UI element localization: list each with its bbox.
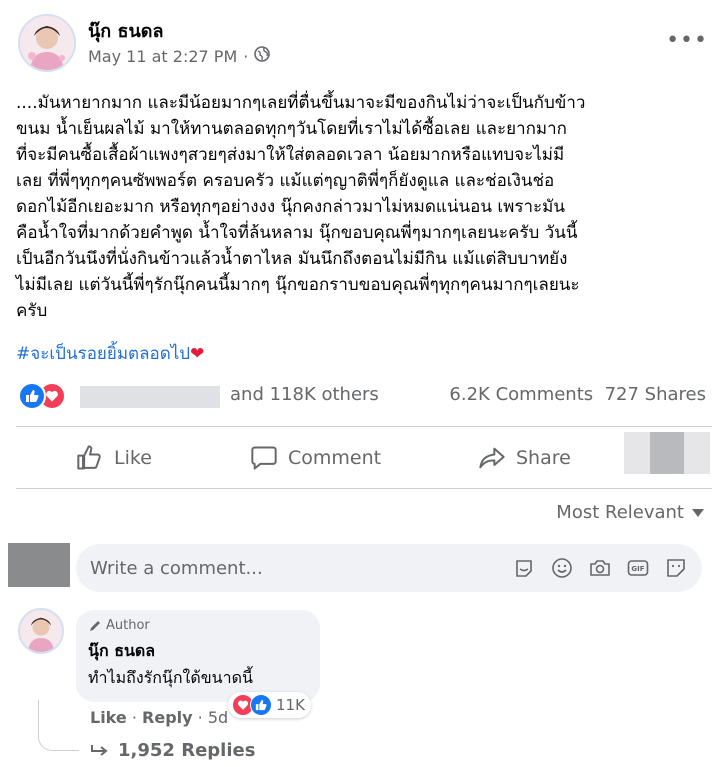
post-author-name[interactable]: นุ๊ก ธนดล (88, 16, 163, 45)
pen-icon (90, 620, 100, 631)
blurred-name (80, 386, 220, 408)
reply-like-link[interactable]: Like (90, 708, 127, 727)
globe-icon (254, 46, 271, 66)
more-options-icon[interactable]: ••• (666, 28, 708, 53)
comment-input-placeholder[interactable]: Write a comment... (90, 558, 512, 579)
reply-age[interactable]: 5d (208, 708, 228, 727)
author-badge: Author (88, 618, 308, 633)
reactions-summary: and 118K others 6.2K Comments 727 Shares (18, 382, 710, 410)
reactions-others-text[interactable]: and 118K others (230, 384, 379, 405)
replies-count: 1,952 Replies (118, 740, 256, 761)
reply-reply-link[interactable]: Reply (142, 708, 193, 727)
like-button-label: Like (114, 447, 152, 469)
meta-separator: · (243, 46, 249, 66)
reply-actions: Like · Reply · 5d (90, 708, 228, 727)
thumbs-up-icon (77, 445, 101, 470)
sticker-icon[interactable] (664, 556, 688, 580)
comment-sort-dropdown[interactable]: Most Relevant (556, 502, 704, 523)
view-replies-link[interactable]: 1,952 Replies (90, 740, 255, 761)
comment-button-label: Comment (288, 447, 382, 469)
sort-label: Most Relevant (556, 502, 684, 523)
reply-text: ทำไมถึงรักนุ๊กใด้ขนาดนี้ (88, 668, 253, 687)
emoji-icon[interactable] (550, 556, 574, 580)
share-button-label: Share (516, 447, 571, 469)
post-hashtag[interactable]: #จะเป็นรอยยิ้มตลอดไป❤ (16, 340, 204, 367)
gif-icon[interactable]: GIF (626, 556, 650, 580)
avatar-sticker-icon[interactable] (512, 556, 536, 580)
shares-count[interactable]: 727 Shares (605, 384, 706, 405)
like-button[interactable]: Like (76, 440, 152, 476)
comment-input[interactable]: Write a comment... GIF (76, 544, 702, 592)
reply-author-avatar[interactable] (18, 608, 64, 654)
current-user-avatar[interactable] (8, 543, 70, 587)
comment-icon (251, 446, 277, 470)
share-button[interactable]: Share (478, 440, 571, 476)
like-reaction-icon (250, 694, 272, 716)
divider (16, 488, 712, 489)
post-meta: May 11 at 2:27 PM · (88, 46, 271, 66)
heart-emoji-icon: ❤ (190, 344, 205, 364)
dot-separator: · (131, 708, 143, 727)
reply-comment-bubble: Author นุ๊ก ธนดล ทำไมถึงรักนุ๊กใด้ขนาดนี… (76, 610, 320, 702)
dot-separator: · (197, 708, 208, 727)
post-stats: 6.2K Comments 727 Shares (449, 384, 706, 405)
comment-input-tools: GIF (512, 556, 688, 580)
author-badge-label: Author (106, 618, 150, 633)
caret-down-icon (692, 508, 704, 517)
post-timestamp[interactable]: May 11 at 2:27 PM (88, 47, 237, 66)
post-body: ....มันหายากมาก และมีน้อยมากๆเลยที่ตื่นข… (16, 93, 586, 321)
comment-button[interactable]: Comment (250, 440, 381, 476)
share-arrow-icon (479, 447, 505, 469)
camera-icon[interactable] (588, 556, 612, 580)
hashtag-text[interactable]: #จะเป็นรอยยิ้มตลอดไป (16, 344, 190, 364)
like-reaction-icon[interactable] (18, 382, 46, 410)
comments-count[interactable]: 6.2K Comments (449, 384, 593, 405)
reply-author-name[interactable]: นุ๊ก ธนดล (88, 639, 308, 664)
blurred-area-inner (650, 432, 684, 474)
reply-arrow-icon (91, 744, 108, 756)
svg-text:GIF: GIF (631, 565, 644, 573)
reply-reaction-count: 11K (276, 696, 305, 714)
reply-reactions[interactable]: 11K (228, 692, 311, 718)
thread-connector (38, 700, 79, 751)
divider (16, 426, 712, 427)
author-avatar[interactable] (18, 14, 76, 72)
